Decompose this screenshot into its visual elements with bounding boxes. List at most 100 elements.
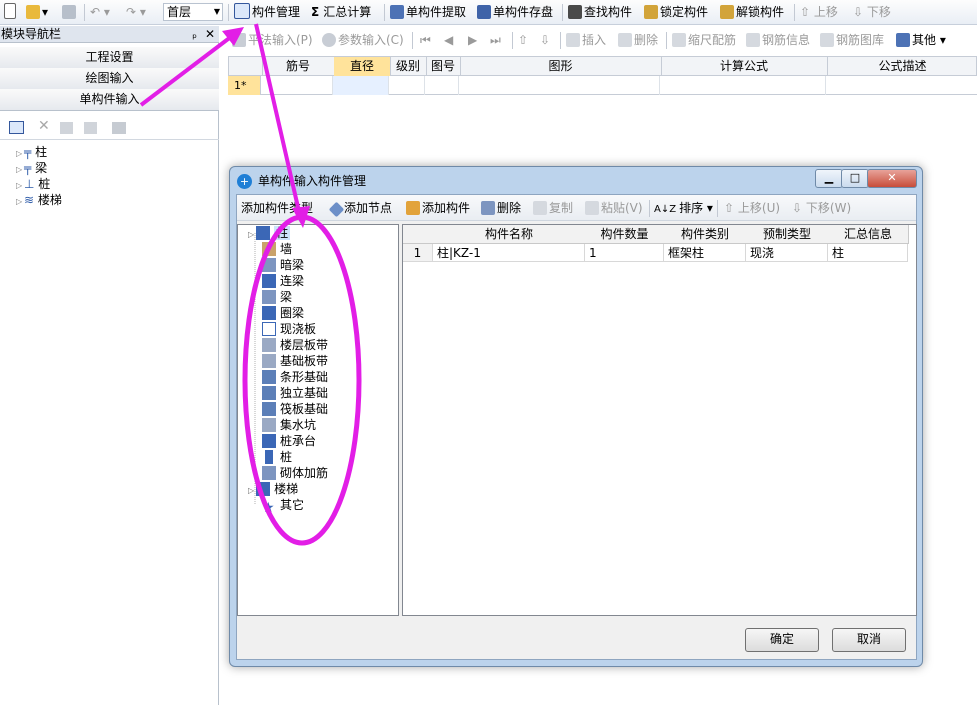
delete-button[interactable]: 删除 — [618, 30, 658, 50]
scale-rebar-button[interactable]: 缩尺配筋 — [672, 30, 736, 50]
single-save-button[interactable]: 单构件存盘 — [477, 2, 553, 22]
rebar-info-button[interactable]: 钢筋信息 — [746, 30, 810, 50]
nav-tree-beam[interactable]: ▷ ╤ 梁 — [16, 160, 47, 176]
insert-button[interactable]: 插入 — [566, 30, 606, 50]
tree-item-foundation-strip[interactable]: 基础板带 — [262, 353, 328, 369]
close-icon[interactable]: ✕ — [205, 26, 215, 43]
cell-prefab-type[interactable]: 现浇 — [746, 244, 828, 262]
rebar-library-button[interactable]: 钢筋图库 — [820, 30, 884, 50]
grid-col-formula-desc[interactable]: 公式描述 — [827, 57, 977, 76]
param-input-button[interactable]: 参数输入(C) — [322, 30, 404, 50]
pin-icon[interactable]: ₚ — [192, 26, 197, 43]
col-component-count[interactable]: 构件数量 — [585, 225, 665, 244]
copy-icon[interactable] — [60, 122, 73, 134]
tree-item-ring-beam[interactable]: 圈梁 — [262, 305, 304, 321]
cancel-button[interactable]: 取消 — [832, 628, 906, 652]
cell-shape[interactable] — [459, 76, 660, 95]
tree-item-pile[interactable]: 桩 — [262, 449, 292, 465]
copy-button[interactable]: 复制 — [533, 198, 573, 218]
undo-icon[interactable]: ↶ ▾ — [90, 2, 110, 22]
tree-item-beam[interactable]: 梁 — [262, 289, 292, 305]
other-menu-button[interactable]: 其他 ▾ — [896, 30, 946, 50]
last-record-icon[interactable]: ⏭ — [490, 30, 501, 50]
prev-record-icon[interactable]: ◀ — [444, 30, 453, 50]
cell-component-category[interactable]: 框架柱 — [664, 244, 746, 262]
nav-tab-drawing-input[interactable]: 绘图输入 — [0, 68, 219, 90]
tree-item-cast-slab[interactable]: 现浇板 — [262, 321, 316, 337]
nav-tree-stairs[interactable]: ▷ ≋ 楼梯 — [16, 192, 62, 208]
unlock-component-button[interactable]: 解锁构件 — [720, 2, 784, 22]
floor-select[interactable]: 首层 ▼ — [163, 3, 223, 21]
move-down-button[interactable]: ⇩ 下移 — [853, 2, 891, 22]
col-summary-info[interactable]: 汇总信息 — [828, 225, 909, 244]
paste-button[interactable]: 粘贴(V) — [585, 198, 643, 218]
nav-tab-single-input[interactable]: 单构件输入 — [0, 89, 219, 111]
tree-item-masonry-rebar[interactable]: 砌体加筋 — [262, 465, 328, 481]
new-file-icon[interactable] — [4, 2, 18, 22]
minimize-icon[interactable]: ▁ — [815, 169, 843, 188]
paste-icon[interactable] — [84, 122, 97, 134]
ok-button[interactable]: 确定 — [745, 628, 819, 652]
tree-item-sump-pit[interactable]: 集水坑 — [262, 417, 316, 433]
grid-col-diameter[interactable]: 直径(mm) — [334, 57, 391, 92]
redo-icon[interactable]: ↷ ▾ — [126, 2, 146, 22]
row-down-icon[interactable]: ⇩ — [540, 30, 550, 50]
cell-figure-no[interactable] — [425, 76, 459, 95]
grid-col-figure-no[interactable]: 图号 — [426, 57, 461, 76]
table-row[interactable]: 1* — [228, 76, 977, 95]
nav-tab-project-settings[interactable]: 工程设置 — [0, 47, 219, 69]
col-prefab-type[interactable]: 预制类型 — [746, 225, 829, 244]
next-record-icon[interactable]: ▶ — [468, 30, 477, 50]
grid-col-formula[interactable]: 计算公式 — [661, 57, 828, 76]
cell-diameter[interactable] — [333, 76, 389, 95]
delete-icon[interactable]: ✕ — [38, 118, 50, 134]
grid-col-grade[interactable]: 级别 — [390, 57, 427, 76]
add-component-button[interactable]: 添加构件 — [406, 198, 470, 218]
cell-component-count[interactable]: 1 — [585, 244, 664, 262]
dialog-delete-button[interactable]: 删除 — [481, 198, 521, 218]
dialog-title-bar[interactable]: + 单构件输入构件管理 ▁ □ ✕ — [230, 167, 922, 195]
plan-input-button[interactable]: 平法输入(P) — [232, 30, 313, 50]
sort-button[interactable]: A↓Z 排序 ▾ — [654, 198, 713, 218]
tree-item-strip-foundation[interactable]: 条形基础 — [262, 369, 328, 385]
list-icon[interactable] — [9, 121, 24, 134]
first-record-icon[interactable]: ⏮ — [420, 30, 431, 50]
tree-item-other[interactable]: ★ 其它 — [262, 497, 304, 515]
cell-grade[interactable] — [389, 76, 425, 95]
find-component-button[interactable]: 查找构件 — [568, 2, 632, 22]
tree-item-floor-strip[interactable]: 楼层板带 — [262, 337, 328, 353]
tree-item-raft-foundation[interactable]: 筏板基础 — [262, 401, 328, 417]
component-manage-button[interactable]: 构件管理 — [234, 2, 300, 22]
close-icon[interactable]: ✕ — [867, 169, 917, 188]
tree-item-stairs[interactable]: ▷ 楼梯 — [248, 481, 298, 497]
summary-calc-button[interactable]: Σ 汇总计算 — [311, 2, 371, 22]
maximize-icon[interactable]: □ — [841, 169, 869, 188]
nav-tree-pile[interactable]: ▷ ⊥ 桩 — [16, 176, 50, 192]
tree-item-pile-cap[interactable]: 桩承台 — [262, 433, 316, 449]
row-up-icon[interactable]: ⇧ — [518, 30, 528, 50]
tree-item-isolated-foundation[interactable]: 独立基础 — [262, 385, 328, 401]
tree-item-wall[interactable]: 墙 — [262, 241, 292, 257]
open-folder-icon[interactable]: ▾ — [26, 2, 48, 22]
tree-item-coupling-beam[interactable]: 连梁 — [262, 273, 304, 289]
stack-icon[interactable] — [112, 122, 126, 134]
cell-bar-no[interactable] — [261, 76, 333, 95]
tree-item-column[interactable]: ▷ 柱 — [248, 225, 291, 241]
lock-component-button[interactable]: 锁定构件 — [644, 2, 708, 22]
single-extract-button[interactable]: 单构件提取 — [390, 2, 466, 22]
grid-col-bar-no[interactable]: 筋号 — [262, 57, 335, 76]
cell-summary-info[interactable]: 柱 — [828, 244, 908, 262]
col-component-category[interactable]: 构件类别 — [664, 225, 747, 244]
save-icon[interactable] — [62, 2, 78, 22]
move-up-button[interactable]: ⇧ 上移 — [800, 2, 838, 22]
tree-item-hidden-beam[interactable]: 暗梁 — [262, 257, 304, 273]
nav-tree-column[interactable]: ▷ ╤ 柱 — [16, 144, 47, 160]
cell-component-name[interactable]: 柱|KZ-1 — [433, 244, 585, 262]
grid-col-shape[interactable]: 图形 — [460, 57, 662, 76]
cell-formula[interactable] — [660, 76, 826, 95]
dialog-down-button[interactable]: ⇩ 下移(W) — [792, 198, 851, 218]
dialog-up-button[interactable]: ⇧ 上移(U) — [724, 198, 780, 218]
col-component-name[interactable]: 构件名称 — [433, 225, 586, 244]
add-type-button[interactable]: 添加构件类型 — [241, 198, 313, 218]
add-node-button[interactable]: 添加节点 — [328, 198, 392, 218]
